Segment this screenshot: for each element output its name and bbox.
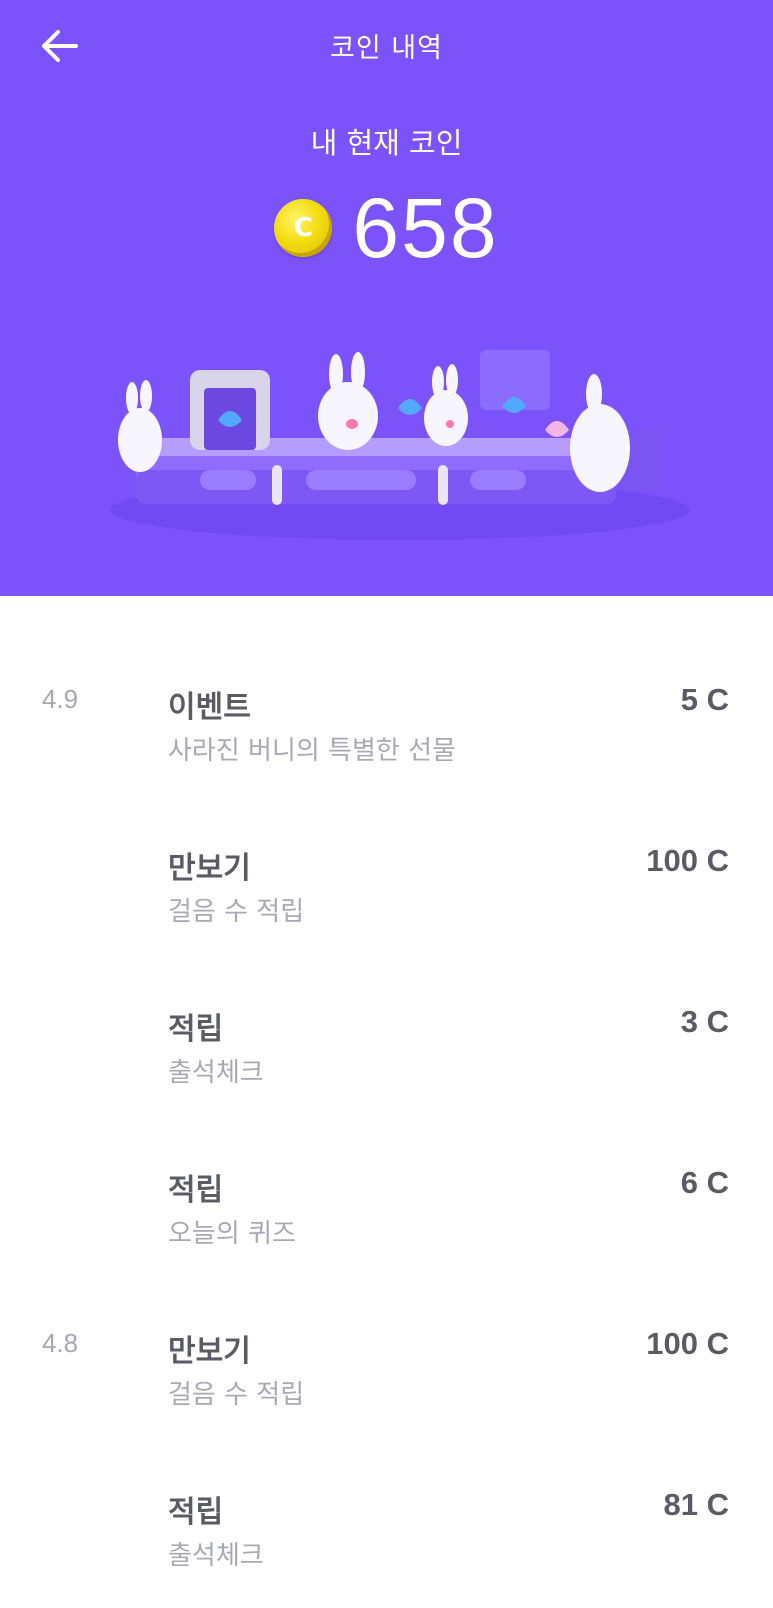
- history-type: 이벤트: [168, 690, 251, 725]
- history-date: 4.9: [42, 684, 79, 714]
- history-item[interactable]: 4.9 이벤트 사라진 버니의 특별한 선물 5 C: [0, 596, 773, 766]
- history-type: 만보기: [168, 851, 251, 886]
- history-description: 출석체크: [168, 1541, 264, 1571]
- history-amount: 3 C: [680, 1004, 729, 1039]
- history-type: 적립: [168, 1012, 224, 1047]
- history-amount: 5 C: [680, 682, 729, 717]
- bunny-factory-illustration: [110, 350, 690, 540]
- history-item[interactable]: 만보기 걸음 수 적립 100 C: [0, 757, 773, 927]
- history-amount: 100 C: [646, 843, 729, 878]
- history-amount: 6 C: [680, 1165, 729, 1200]
- history-date: 4.8: [42, 1328, 79, 1358]
- history-item[interactable]: 적립 출석체크 3 C: [0, 918, 773, 1088]
- history-type: 만보기: [168, 1334, 251, 1369]
- page-title: 코인 내역: [330, 33, 443, 64]
- coin-icon: C: [274, 199, 333, 257]
- coin-header: 코인 내역 내 현재 코인 C 658: [0, 0, 773, 596]
- history-amount: 81 C: [663, 1487, 729, 1522]
- history-type: 적립: [168, 1173, 224, 1208]
- balance-label: 내 현재 코인: [310, 126, 463, 160]
- history-item[interactable]: 4.8 만보기 걸음 수 적립 100 C: [0, 1240, 773, 1410]
- history-type: 적립: [168, 1495, 224, 1530]
- history-amount: 100 C: [646, 1326, 729, 1361]
- history-item[interactable]: 적립 오늘의 퀴즈 6 C: [0, 1079, 773, 1249]
- balance-row: C 658: [0, 178, 773, 278]
- top-bar: 코인 내역: [0, 0, 773, 90]
- history-item[interactable]: 적립 출석체크 81 C: [0, 1401, 773, 1571]
- coin-history-list: 4.9 이벤트 사라진 버니의 특별한 선물 5 C 만보기 걸음 수 적립 1…: [0, 596, 773, 1608]
- balance-value: 658: [352, 181, 499, 275]
